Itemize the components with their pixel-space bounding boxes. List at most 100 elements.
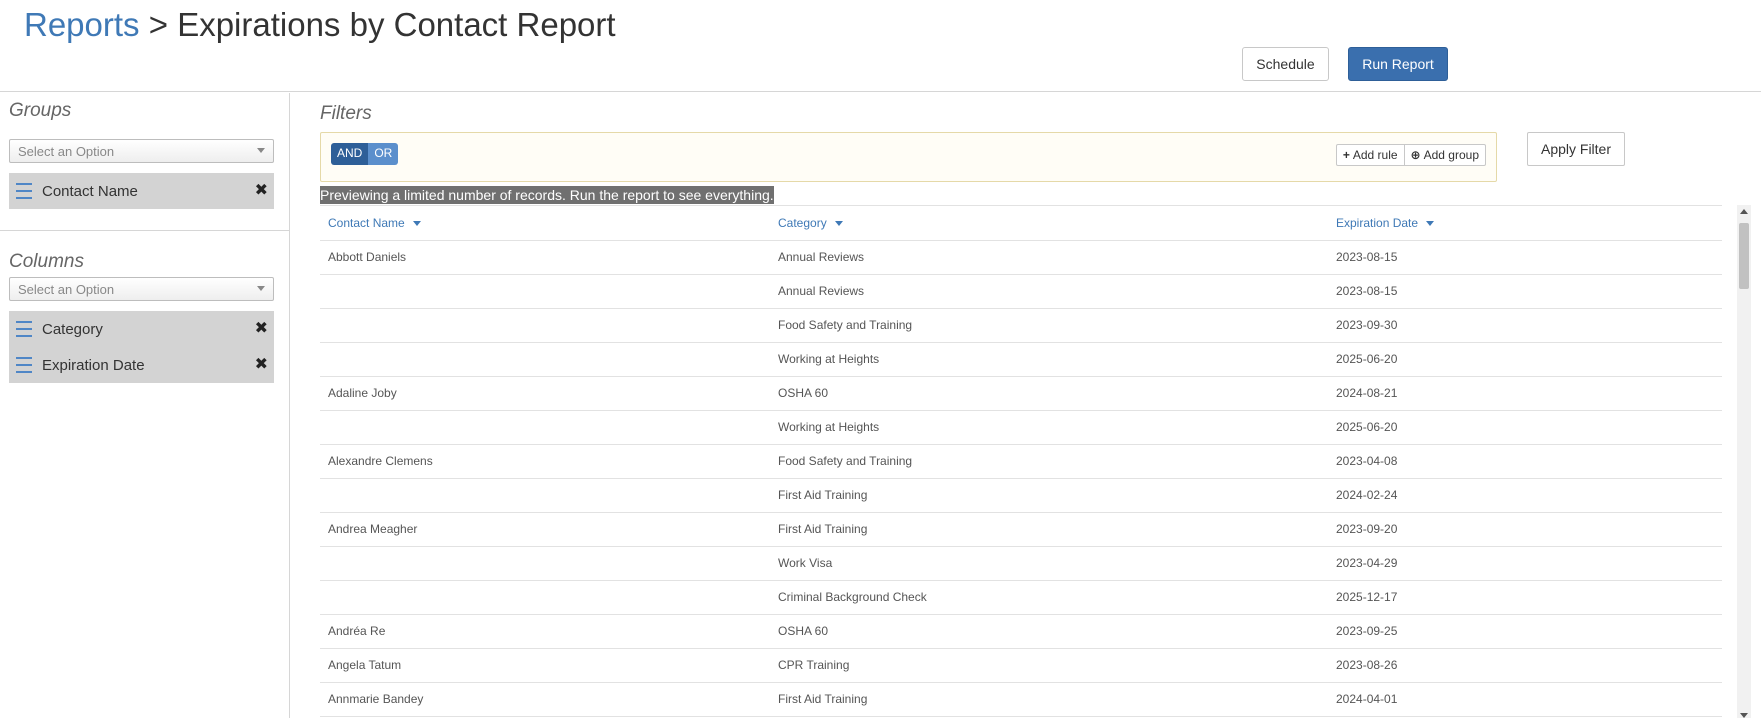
remove-icon[interactable]: ✖ [255,180,268,200]
breadcrumb-reports-link[interactable]: Reports [24,6,140,43]
category-cell: OSHA 60 [770,376,1328,411]
scroll-up-arrow-icon[interactable] [1740,209,1748,214]
add-rule-button[interactable]: + Add rule [1337,145,1404,165]
column-item-category[interactable]: Category ✖ [9,311,274,347]
plus-circle-icon: ⊕ [1410,148,1421,162]
table-row: Andréa Re OSHA 60 2023-09-25 [320,614,1722,649]
table-row: Work Visa 2023-04-29 [320,546,1722,581]
schedule-button[interactable]: Schedule [1242,47,1329,81]
group-item-label: Contact Name [42,183,138,200]
filter-builder: AND OR + Add rule ⊕ Add group [320,132,1497,182]
drag-handle-icon[interactable] [16,357,32,373]
category-cell: Annual Reviews [770,274,1328,309]
or-button[interactable]: OR [368,143,399,165]
category-cell: OSHA 60 [770,614,1328,649]
expiration-date-cell: 2023-08-26 [1328,648,1722,683]
groups-title: Groups [9,100,72,121]
contact-name-cell: Adaline Joby [320,376,770,411]
table-row: Alexandre Clemens Food Safety and Trainin… [320,444,1722,479]
group-item-contact-name[interactable]: Contact Name ✖ [9,173,274,209]
column-item-expiration-date[interactable]: Expiration Date ✖ [9,347,274,383]
condition-toggle: AND OR [331,143,399,165]
column-header-label: Expiration Date [1336,215,1419,230]
expiration-date-cell: 2025-06-20 [1328,410,1722,445]
table-row: Food Safety and Training 2023-09-30 [320,308,1722,343]
remove-icon[interactable]: ✖ [255,354,268,374]
category-cell: First Aid Training [770,478,1328,513]
chevron-down-icon [257,286,265,291]
table-row: Angela Tatum CPR Training 2023-08-26 [320,648,1722,683]
table-row: Adaline Joby OSHA 60 2024-08-21 [320,376,1722,411]
category-cell: Working at Heights [770,342,1328,377]
contact-name-cell [320,308,770,343]
table-row: Annmarie Bandey First Aid Training 2024-04… [320,682,1722,717]
rule-button-group: + Add rule ⊕ Add group [1335,144,1486,166]
category-cell: CPR Training [770,648,1328,683]
apply-filter-button[interactable]: Apply Filter [1527,132,1625,166]
table-row: Working at Heights 2025-06-20 [320,342,1722,377]
column-item-label: Category [42,321,103,338]
preview-notice: Previewing a limited number of records. … [320,186,774,204]
add-group-button[interactable]: ⊕ Add group [1403,145,1485,165]
column-header-contact-name[interactable]: Contact Name [320,206,770,241]
scrollbar-thumb[interactable] [1739,223,1749,289]
table-scrollbar[interactable] [1737,205,1751,718]
contact-name-cell: Abbott Daniels [320,240,770,275]
column-header-category[interactable]: Category [770,206,1328,241]
sort-caret-icon [1426,221,1435,227]
table-row: Annual Reviews 2023-08-15 [320,274,1722,309]
category-cell: Food Safety and Training [770,308,1328,343]
contact-name-cell [320,580,770,615]
table-row: Criminal Background Check 2025-12-17 [320,580,1722,615]
column-header-expiration-date[interactable]: Expiration Date [1328,206,1722,241]
category-cell: Annual Reviews [770,240,1328,275]
contact-name-cell [320,546,770,581]
add-rule-label: Add rule [1352,148,1398,162]
sort-caret-icon [834,221,843,227]
drag-handle-icon[interactable] [16,321,32,337]
expiration-date-cell: 2023-09-25 [1328,614,1722,649]
category-cell: Food Safety and Training [770,444,1328,479]
contact-name-cell [320,274,770,309]
expiration-date-cell: 2023-09-30 [1328,308,1722,343]
contact-name-cell [320,342,770,377]
category-cell: Working at Heights [770,410,1328,445]
remove-icon[interactable]: ✖ [255,318,268,338]
columns-select[interactable]: Select an Option [9,277,274,301]
table-header-row: Contact Name Category Expiration Date [320,206,1722,241]
column-header-label: Contact Name [328,215,405,230]
contact-name-cell [320,478,770,513]
table-row: Abbott Daniels Annual Reviews 2023-08-15 [320,240,1722,275]
breadcrumb-separator: > [148,6,169,43]
groups-select[interactable]: Select an Option [9,139,274,163]
table-row: Working at Heights 2025-06-20 [320,410,1722,445]
category-cell: Criminal Background Check [770,580,1328,615]
contact-name-cell: Angela Tatum [320,648,770,683]
category-cell: First Aid Training [770,512,1328,547]
drag-handle-icon[interactable] [16,183,32,199]
expiration-date-cell: 2023-04-08 [1328,444,1722,479]
category-cell: Work Visa [770,546,1328,581]
expiration-date-cell: 2024-02-24 [1328,478,1722,513]
chevron-down-icon [257,148,265,153]
report-table-container: Contact Name Category Expiration Date Ab… [320,205,1722,718]
table-row: Andrea Meagher First Aid Training 2023-09-… [320,512,1722,547]
columns-select-placeholder: Select an Option [18,282,115,297]
expiration-date-cell: 2023-08-15 [1328,240,1722,275]
column-item-label: Expiration Date [42,357,145,374]
scroll-down-arrow-icon[interactable] [1740,713,1748,718]
column-header-label: Category [778,215,827,230]
and-button[interactable]: AND [331,143,369,165]
category-cell: First Aid Training [770,682,1328,717]
add-group-label: Add group [1423,148,1479,162]
report-table: Contact Name Category Expiration Date Ab… [320,206,1722,717]
page-title: Reports > Expirations by Contact Report [24,6,616,44]
expiration-date-cell: 2025-12-17 [1328,580,1722,615]
plus-icon: + [1342,148,1350,162]
expiration-date-cell: 2024-04-01 [1328,682,1722,717]
groups-select-placeholder: Select an Option [18,144,115,159]
run-report-button[interactable]: Run Report [1348,47,1448,81]
report-title: Expirations by Contact Report [177,6,616,43]
page-header: Reports > Expirations by Contact Report … [0,0,1761,92]
contact-name-cell: Andréa Re [320,614,770,649]
